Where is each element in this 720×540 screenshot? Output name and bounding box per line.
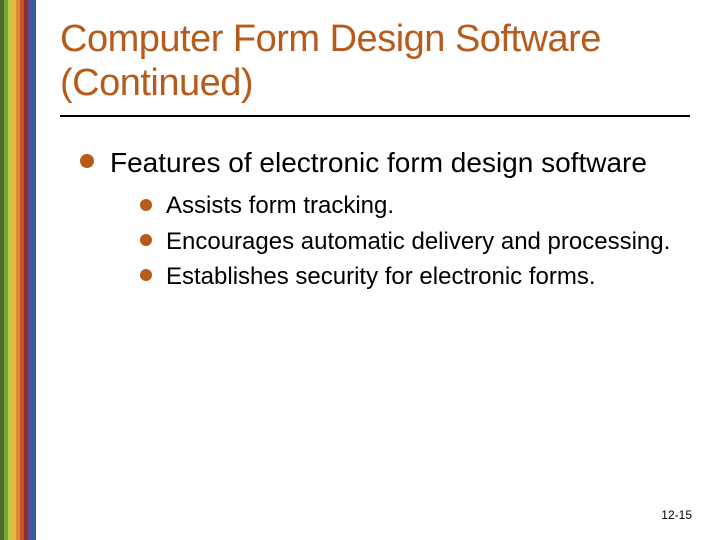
title-underline xyxy=(60,115,690,117)
list-item: Establishes security for electronic form… xyxy=(140,261,690,292)
list-item: Features of electronic form design softw… xyxy=(80,145,690,292)
list-item-text: Establishes security for electronic form… xyxy=(166,263,595,290)
list-item-text: Features of electronic form design softw… xyxy=(110,147,647,178)
list-item: Assists form tracking. xyxy=(140,190,690,221)
bullet-icon xyxy=(140,234,152,246)
list-item: Encourages automatic delivery and proces… xyxy=(140,226,690,257)
list-item-text: Encourages automatic delivery and proces… xyxy=(166,228,670,255)
slide-content: Computer Form Design Software (Continued… xyxy=(60,18,690,302)
decorative-side-stripes xyxy=(0,0,36,540)
bullet-list-level1: Features of electronic form design softw… xyxy=(80,145,690,292)
bullet-list-level2: Assists form tracking. Encourages automa… xyxy=(140,190,690,292)
list-item-text: Assists form tracking. xyxy=(166,192,394,219)
bullet-icon xyxy=(140,199,152,211)
page-number: 12-15 xyxy=(661,508,692,522)
bullet-icon xyxy=(80,154,94,168)
bullet-icon xyxy=(140,269,152,281)
slide-title: Computer Form Design Software (Continued… xyxy=(60,18,690,105)
